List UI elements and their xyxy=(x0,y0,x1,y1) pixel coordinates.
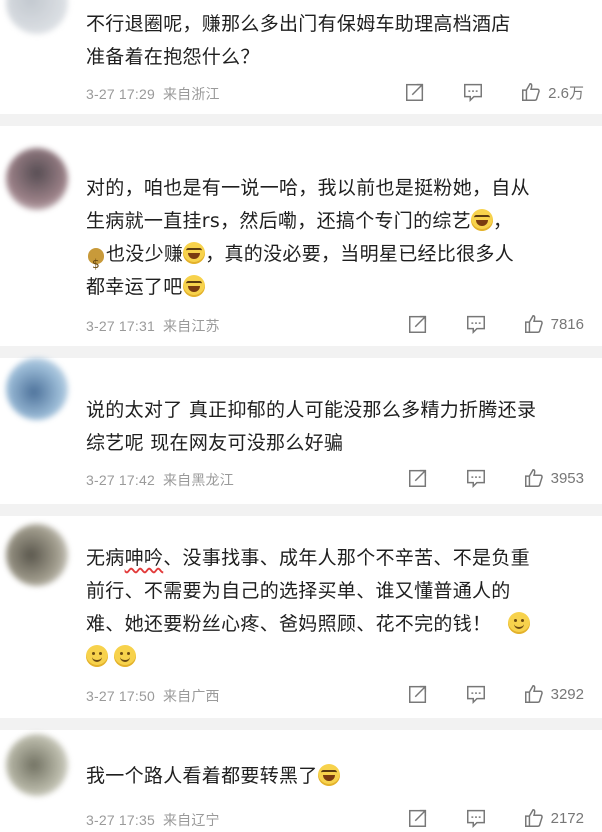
location: 来自浙江 xyxy=(162,86,220,102)
location: 来自广西 xyxy=(162,688,220,704)
like-icon[interactable] xyxy=(523,313,545,335)
share-icon[interactable] xyxy=(407,313,429,335)
share-icon[interactable] xyxy=(407,683,429,705)
like-count: 3953 xyxy=(550,469,584,487)
comment-meta: 3-27 17:35 来自辽宁 xyxy=(86,810,220,830)
comment-meta: 3-27 17:29 来自浙江 xyxy=(86,84,220,104)
comment-item: 无病呻吟、没事找事、成年人那个不辛苦、不是负重 前行、不需要为自己的选择买单、谁… xyxy=(0,516,602,716)
comment-text: 不行退圈呢，赚那么多出门有保姆车助理高档酒店 准备着在抱怨什么？ xyxy=(86,8,584,74)
divider xyxy=(0,346,602,358)
timestamp: 3-27 17:35 xyxy=(86,812,155,828)
comment-actions: 3292 xyxy=(407,682,584,706)
comment-item: 不行退圈呢，赚那么多出门有保姆车助理高档酒店 准备着在抱怨什么？ 3-27 17… xyxy=(0,0,602,112)
comment-icon[interactable] xyxy=(462,81,484,103)
comment-line: 前行、不需要为自己的选择买单、谁又懂普通人的 xyxy=(86,580,511,602)
comment-line: 说的太对了 真正抑郁的人可能没那么多精力折腾还录 xyxy=(86,399,537,421)
location: 来自黑龙江 xyxy=(162,472,234,488)
comment-line: 难、她还要粉丝心疼、爸妈照顾、花不完的钱！ xyxy=(86,608,584,641)
comment-actions: 3953 xyxy=(407,466,584,490)
smile-emoji xyxy=(114,645,137,667)
comment-icon[interactable] xyxy=(465,313,487,335)
like-icon[interactable] xyxy=(520,81,542,103)
comment-text: 我一个路人看着都要转黑了 xyxy=(86,760,584,793)
comment-text: 对的，咱也是有一说一哈，我以前也是挺粉她，自从 生病就一直挂rs，然后嘞，还搞个… xyxy=(86,172,584,304)
laugh-cry-emoji xyxy=(317,764,340,786)
location: 来自辽宁 xyxy=(162,812,220,828)
comment-item: 说的太对了 真正抑郁的人可能没那么多精力折腾还录 综艺呢 现在网友可没那么好骗 … xyxy=(0,358,602,506)
comment-text: 无病呻吟、没事找事、成年人那个不辛苦、不是负重 前行、不需要为自己的选择买单、谁… xyxy=(86,542,584,674)
timestamp: 3-27 17:42 xyxy=(86,472,155,488)
like-count: 7816 xyxy=(550,315,584,333)
like-count: 2172 xyxy=(550,809,584,827)
like-count: 3292 xyxy=(550,685,584,703)
comment-item: 我一个路人看着都要转黑了 3-27 17:35 来自辽宁 2172 xyxy=(0,730,602,832)
comment-actions: 2172 xyxy=(407,806,584,830)
comment-actions: 7816 xyxy=(407,312,584,336)
comment-feed: 不行退圈呢，赚那么多出门有保姆车助理高档酒店 准备着在抱怨什么？ 3-27 17… xyxy=(0,0,602,832)
smile-emoji xyxy=(507,612,530,634)
comment-meta: 3-27 17:42 来自黑龙江 xyxy=(86,470,234,490)
timestamp: 3-27 17:29 xyxy=(86,86,155,102)
comment-line xyxy=(86,641,584,674)
laugh-cry-emoji xyxy=(471,209,494,231)
share-icon[interactable] xyxy=(404,81,426,103)
comment-item: 对的，咱也是有一说一哈，我以前也是挺粉她，自从 生病就一直挂rs，然后嘞，还搞个… xyxy=(0,126,602,348)
timestamp: 3-27 17:50 xyxy=(86,688,155,704)
smile-emoji xyxy=(86,645,108,667)
comment-line: 我一个路人看着都要转黑了 xyxy=(86,760,584,793)
comment-line: 都幸运了吧 xyxy=(86,271,584,304)
comment-meta: 3-27 17:31 来自江苏 xyxy=(86,316,220,336)
comment-icon[interactable] xyxy=(465,467,487,489)
location: 来自江苏 xyxy=(162,318,220,334)
avatar[interactable] xyxy=(6,524,68,586)
laugh-cry-emoji xyxy=(182,275,205,297)
comment-line: 对的，咱也是有一说一哈，我以前也是挺粉她，自从 xyxy=(86,177,530,199)
like-icon[interactable] xyxy=(523,467,545,489)
avatar[interactable] xyxy=(6,0,68,34)
comment-line: 生病就一直挂rs，然后嘞，还搞个专门的综艺， xyxy=(86,209,513,232)
like-icon[interactable] xyxy=(523,807,545,829)
comment-meta: 3-27 17:50 来自广西 xyxy=(86,686,220,706)
divider xyxy=(0,504,602,516)
like-count: 2.6万 xyxy=(548,84,584,102)
comment-line: 准备着在抱怨什么？ xyxy=(86,46,260,68)
like-icon[interactable] xyxy=(523,683,545,705)
comment-actions: 2.6万 xyxy=(404,80,584,104)
divider xyxy=(0,718,602,730)
share-icon[interactable] xyxy=(407,807,429,829)
avatar[interactable] xyxy=(6,358,68,420)
comment-line: 不行退圈呢，赚那么多出门有保姆车助理高档酒店 xyxy=(86,13,511,35)
timestamp: 3-27 17:31 xyxy=(86,318,155,334)
divider xyxy=(0,114,602,126)
avatar[interactable] xyxy=(6,148,68,210)
comment-line: 综艺呢 现在网友可没那么好骗 xyxy=(86,432,344,454)
comment-line: 无病呻吟、没事找事、成年人那个不辛苦、不是负重 xyxy=(86,547,530,569)
comment-line: 也没少赚，真的没必要，当明星已经比很多人 xyxy=(86,238,584,281)
comment-text: 说的太对了 真正抑郁的人可能没那么多精力折腾还录 综艺呢 现在网友可没那么好骗 xyxy=(86,394,584,460)
moneybag-emoji xyxy=(86,242,106,281)
share-icon[interactable] xyxy=(407,467,429,489)
comment-icon[interactable] xyxy=(465,807,487,829)
laugh-cry-emoji xyxy=(183,242,206,264)
avatar[interactable] xyxy=(6,734,68,796)
comment-icon[interactable] xyxy=(465,683,487,705)
